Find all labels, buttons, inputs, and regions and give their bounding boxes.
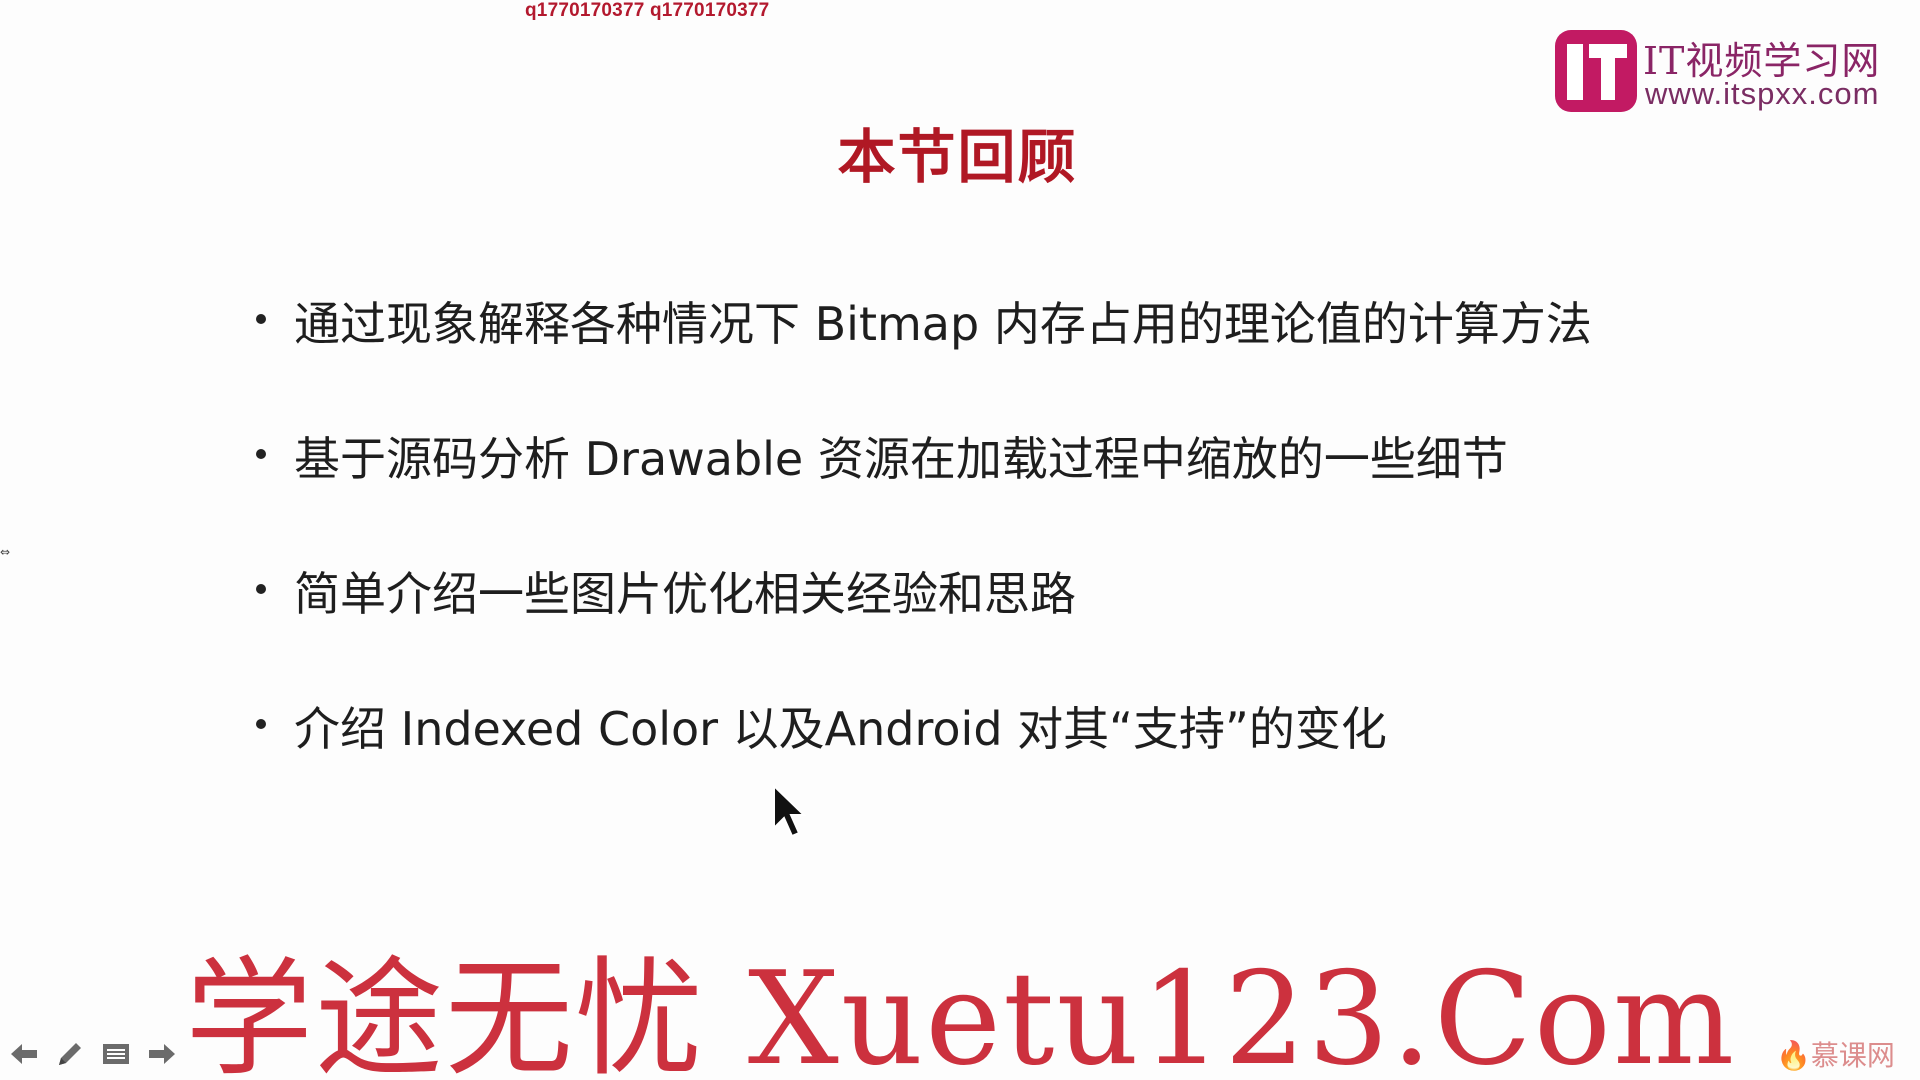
presentation-slide: q1770170377 q1770170377 IT视频学习网 www.itsp…	[0, 0, 1920, 1080]
bullet-text: 基于源码分析 Drawable 资源在加载过程中缩放的一些细节	[294, 432, 1508, 486]
pen-icon	[59, 1043, 81, 1065]
previous-slide-button[interactable]	[8, 1038, 40, 1070]
next-icon	[149, 1044, 175, 1064]
next-slide-button[interactable]	[146, 1038, 178, 1070]
pen-tool-button[interactable]	[54, 1038, 86, 1070]
previous-icon	[11, 1044, 37, 1064]
mouse-cursor-icon	[772, 783, 807, 844]
top-watermark-text: q1770170377 q1770170377	[525, 0, 770, 21]
bottom-watermark-text: 学途无忧 Xuetu123.Com	[185, 945, 1737, 1080]
bullet-text: 通过现象解释各种情况下 Bitmap 内存占用的理论值的计算方法	[294, 297, 1592, 351]
menu-icon	[103, 1044, 129, 1064]
slideshow-toolbar	[8, 1038, 178, 1070]
bullet-dot-icon	[256, 719, 266, 729]
bullet-text: 简单介绍一些图片优化相关经验和思路	[294, 567, 1076, 621]
resize-handle-icon[interactable]: ⇔	[0, 545, 10, 559]
logo-url-text: www.itspxx.com	[1645, 76, 1880, 111]
bullet-dot-icon	[256, 314, 266, 324]
slide-menu-button[interactable]	[100, 1038, 132, 1070]
bullet-dot-icon	[256, 584, 266, 594]
bottom-right-brand-text: 🔥慕课网	[1776, 1039, 1895, 1072]
bullet-dot-icon	[256, 449, 266, 459]
flame-icon: 🔥	[1776, 1039, 1811, 1072]
slide-title: 本节回顾	[837, 123, 1078, 191]
bullet-text: 介绍 Indexed Color 以及Android 对其“支持”的变化	[294, 702, 1387, 756]
it-logo-icon	[1555, 30, 1637, 112]
